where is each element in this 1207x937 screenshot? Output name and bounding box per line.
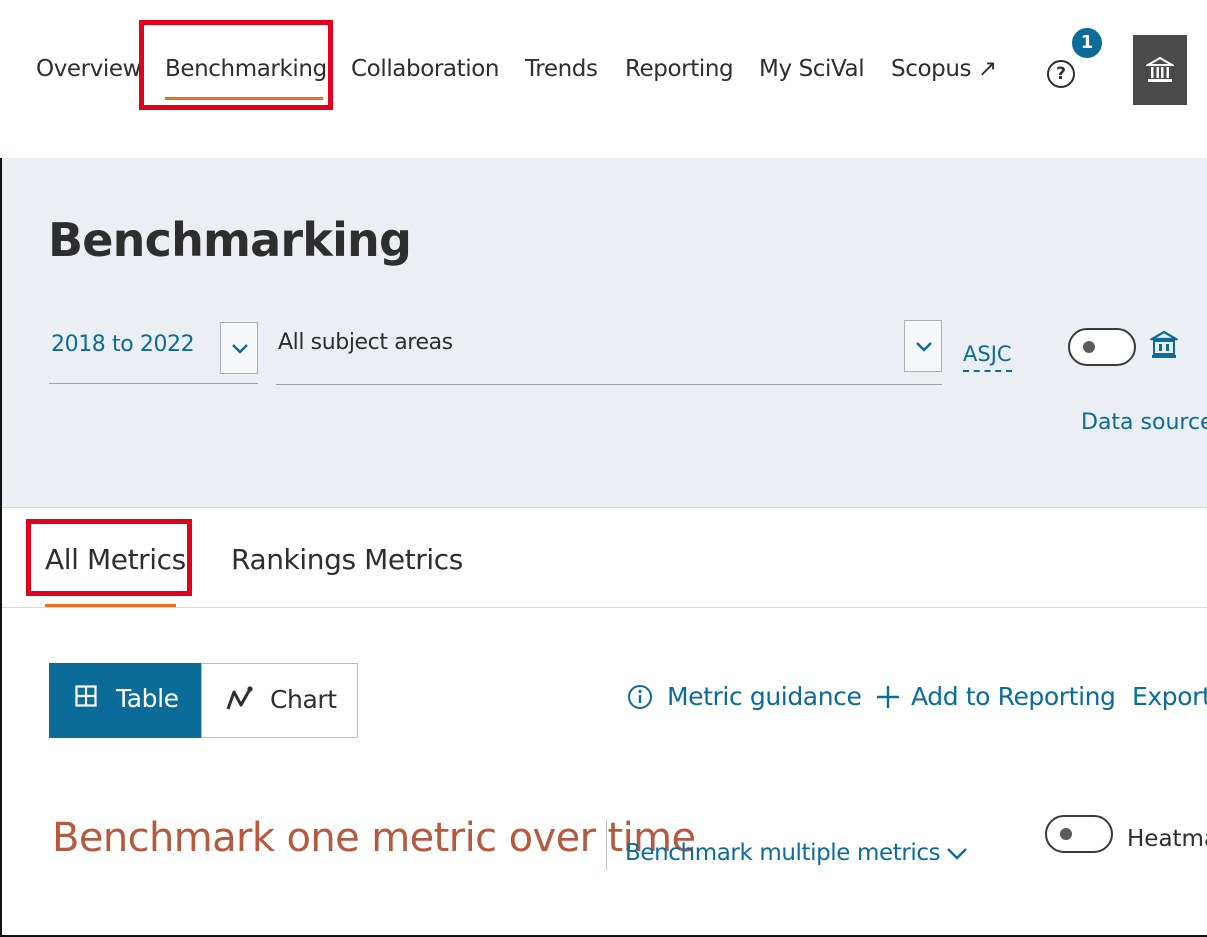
nav-item-trends[interactable]: Trends (525, 56, 598, 82)
chevron-down-icon (947, 847, 968, 860)
title-divider (606, 820, 607, 870)
metric-guidance-link[interactable]: Metric guidance (667, 682, 862, 711)
info-icon (628, 685, 652, 709)
subject-areas-select[interactable]: All subject areas (278, 330, 453, 355)
table-view-button[interactable]: Table (49, 663, 202, 738)
nav-item-reporting[interactable]: Reporting (625, 56, 734, 82)
year-select-underline (49, 383, 258, 384)
export-link[interactable]: Export (1132, 682, 1207, 711)
chart-view-label: Chart (270, 685, 337, 714)
line-chart-icon (226, 686, 253, 710)
toggle-knob (1060, 828, 1072, 840)
data-source-toggle[interactable] (1068, 328, 1136, 366)
page-title: Benchmarking (48, 213, 412, 267)
asjc-classification-link[interactable]: ASJC (963, 342, 1012, 372)
tab-divider (2, 607, 1207, 608)
subject-select-underline (276, 384, 942, 385)
benchmark-title: Benchmark one metric over time (52, 815, 696, 861)
chevron-down-icon (916, 342, 932, 352)
help-icon[interactable]: ? (1047, 60, 1075, 88)
add-to-reporting-link[interactable]: Add to Reporting (911, 682, 1116, 711)
nav-item-collaboration[interactable]: Collaboration (351, 56, 499, 82)
heatmap-label: Heatmap (1127, 826, 1207, 852)
benchmark-multiple-metrics-dropdown[interactable]: Benchmark multiple metrics (625, 840, 968, 866)
tab-all-metrics[interactable]: All Metrics (45, 543, 186, 576)
nav-item-my-scival[interactable]: My SciVal (759, 56, 865, 82)
chevron-down-icon (232, 344, 248, 354)
chart-view-button[interactable]: Chart (201, 663, 358, 738)
year-range-dropdown-button[interactable] (220, 322, 258, 374)
heatmap-toggle[interactable] (1045, 815, 1113, 853)
nav-item-scopus[interactable]: Scopus ↗ (891, 56, 997, 82)
table-view-label: Table (116, 684, 179, 713)
toggle-knob (1083, 341, 1095, 353)
institution-button[interactable] (1133, 35, 1187, 105)
subject-areas-dropdown-button[interactable] (904, 320, 942, 372)
tab-rankings-metrics[interactable]: Rankings Metrics (231, 543, 463, 576)
institution-icon (1146, 56, 1174, 82)
grid-table-icon (75, 685, 97, 707)
data-source-link[interactable]: Data source (1081, 410, 1207, 435)
top-navigation: Overview Benchmarking Collaboration Tren… (0, 0, 1207, 158)
benchmark-multiple-label: Benchmark multiple metrics (625, 840, 941, 866)
nav-item-benchmarking[interactable]: Benchmarking (165, 56, 327, 82)
notification-badge: 1 (1072, 28, 1102, 58)
nav-active-underline (165, 97, 323, 100)
bank-icon[interactable] (1150, 330, 1178, 360)
year-range-select[interactable]: 2018 to 2022 (51, 332, 195, 357)
nav-item-overview[interactable]: Overview (36, 56, 141, 82)
plus-icon (877, 686, 899, 708)
